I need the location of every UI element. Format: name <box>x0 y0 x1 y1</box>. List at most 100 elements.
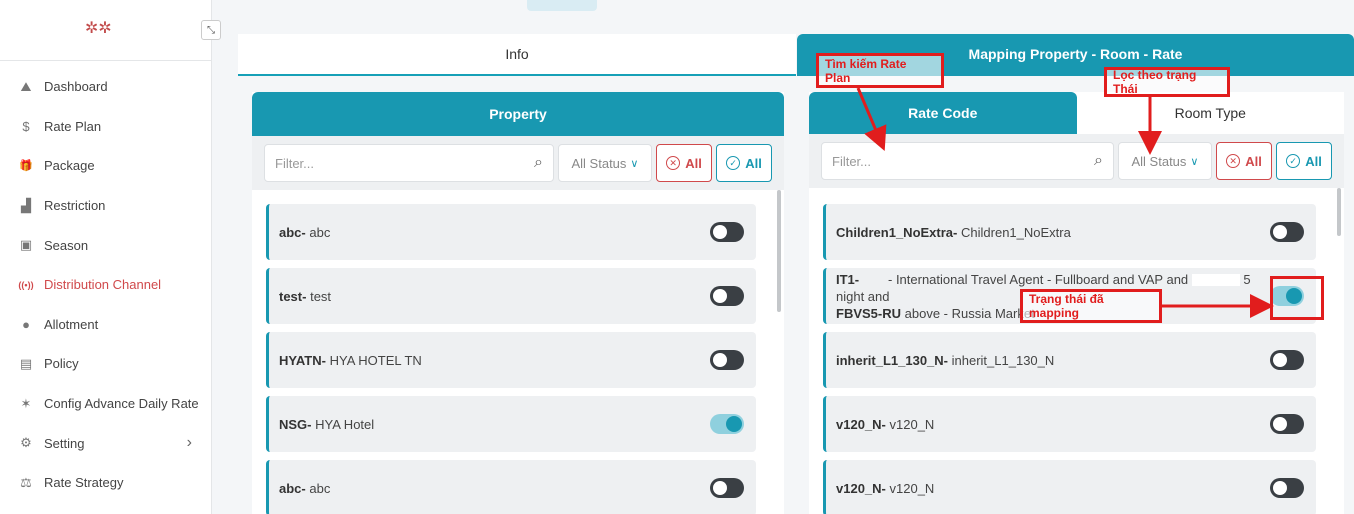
item-code: NSG <box>279 416 308 432</box>
collapse-sidebar-icon[interactable]: ⤡ <box>201 20 221 40</box>
users-icon: ● <box>22 316 30 332</box>
list-item[interactable]: HYATN - HYA HOTEL TN <box>266 332 756 388</box>
x-circle-icon: ✕ <box>666 156 681 170</box>
rate-filter-input[interactable] <box>832 153 1095 169</box>
mapping-toggle[interactable] <box>1270 414 1304 434</box>
sidebar-item-label: Distribution Channel <box>44 277 162 293</box>
mapping-toggle[interactable] <box>710 414 744 434</box>
rate-uncheck-all-button[interactable]: ✕ All <box>1216 142 1272 180</box>
item-name: HYA HOTEL TN <box>329 352 422 368</box>
check-circle-icon: ✓ <box>1286 154 1301 168</box>
sidebar-item-label: Allotment <box>44 316 99 332</box>
sidebar-item-dashboard[interactable]: ⛰ Dashboard <box>0 67 212 107</box>
sidebar-item-policy[interactable]: ▤ Policy <box>0 344 212 384</box>
property-list: abc - abc test - test HYATN - HYA HOTEL TN … <box>252 190 784 514</box>
mapping-toggle[interactable] <box>710 350 744 370</box>
list-item[interactable]: abc - abc <box>266 204 756 260</box>
annotation-toggle-highlight <box>1270 276 1324 320</box>
strategy-icon: ⚖ <box>20 474 32 490</box>
scrollbar[interactable] <box>777 190 781 312</box>
list-item[interactable]: v120_N - v120_N <box>823 460 1316 514</box>
property-uncheck-all-button[interactable]: ✕ All <box>656 144 712 182</box>
sidebar-item-rate-strategy[interactable]: ⚖ Rate Strategy <box>0 463 212 503</box>
list-item[interactable]: abc - abc <box>266 460 756 514</box>
rate-status-select[interactable]: All Status ∨ <box>1118 142 1212 180</box>
sidebar-item-label: Dashboard <box>44 79 108 95</box>
tab-rate-code[interactable]: Rate Code <box>809 92 1077 134</box>
sidebar-item-label: Package <box>44 158 95 174</box>
sidebar-item-season[interactable]: ▣ Season <box>0 225 212 265</box>
item-name: above - Russia Market <box>904 305 1035 321</box>
scrollbar[interactable] <box>1337 188 1341 236</box>
sidebar-nav: ⛰ Dashboard $ Rate Plan 🎁 Package ▟ Rest… <box>0 67 212 503</box>
rate-filter-field[interactable]: ⌕ <box>821 142 1114 180</box>
item-name: abc <box>309 480 331 496</box>
list-item[interactable]: inherit_L1_130_N - inherit_L1_130_N <box>823 332 1316 388</box>
item-code: Children1_NoExtra <box>836 224 954 240</box>
rate-check-all-button[interactable]: ✓ All <box>1276 142 1332 180</box>
mapping-toggle[interactable] <box>1270 478 1304 498</box>
item-code: HYATN <box>279 352 322 368</box>
item-name: v120_N <box>889 416 935 432</box>
list-item[interactable]: v120_N - v120_N <box>823 396 1316 452</box>
mapping-toggle[interactable] <box>710 222 744 242</box>
property-filter-field[interactable]: ⌕ <box>264 144 554 182</box>
sidebar-item-label: Config Advance Daily Rate <box>44 396 199 412</box>
uncheck-all-label: All <box>1245 153 1262 169</box>
property-panel-title: Property <box>489 106 547 122</box>
item-code: abc <box>279 224 302 240</box>
search-icon[interactable]: ⌕ <box>1094 152 1103 170</box>
property-filter-bar: ⌕ All Status ∨ ✕ All ✓ All <box>252 136 784 190</box>
property-panel: Property ⌕ All Status ∨ ✕ All ✓ All abc-… <box>252 92 784 514</box>
list-item[interactable]: Children1_NoExtra - Children1_NoExtra <box>823 204 1316 260</box>
tab-rate-code-label: Rate Code <box>908 105 978 121</box>
item-name: inherit_L1_130_N <box>951 352 1055 368</box>
property-filter-input[interactable] <box>275 155 535 171</box>
hya-logo-icon[interactable]: ✲✲ <box>85 18 112 38</box>
item-name: Children1_NoExtra <box>961 224 1071 240</box>
search-icon[interactable]: ⌕ <box>534 154 543 172</box>
item-code: v120_N <box>836 480 882 496</box>
property-status-select[interactable]: All Status ∨ <box>558 144 652 182</box>
x-circle-icon: ✕ <box>1226 154 1241 168</box>
list-item[interactable]: NSG - HYA Hotel <box>266 396 756 452</box>
sidebar-item-config-advance-daily-rate[interactable]: ✶ Config Advance Daily Rate <box>0 384 212 424</box>
property-panel-header: Property <box>252 92 784 136</box>
sidebar-item-label: Rate Strategy <box>44 475 124 491</box>
sidebar-item-label: Restriction <box>44 198 106 214</box>
item-code: v120_N <box>836 416 882 432</box>
item-code: FBVS5-RU <box>836 305 902 321</box>
annotation-text: Lọc theo trạng Thái <box>1113 68 1197 96</box>
sidebar-item-rate-plan[interactable]: $ Rate Plan <box>0 107 212 147</box>
sidebar-item-distribution-channel[interactable]: ((•)) Distribution Channel <box>0 265 212 305</box>
config-icon: ✶ <box>20 395 32 411</box>
annotation-mapped-status: Trạng thái đã mapping <box>1020 289 1162 323</box>
chevron-down-icon: ∨ <box>1190 155 1199 168</box>
sidebar-divider <box>0 60 212 61</box>
status-select-value: All Status <box>571 155 627 171</box>
sidebar-item-package[interactable]: 🎁 Package <box>0 146 212 186</box>
list-item[interactable]: test - test <box>266 268 756 324</box>
check-circle-icon: ✓ <box>726 156 741 170</box>
annotation-text: Tìm kiếm Rate Plan <box>825 56 907 85</box>
dashboard-icon: ⛰ <box>20 78 32 94</box>
gear-icon: ⚙ <box>20 435 32 451</box>
tab-info[interactable]: Info <box>238 34 796 76</box>
mapping-toggle[interactable] <box>1270 222 1304 242</box>
item-code: test <box>279 288 303 304</box>
sidebar-item-label: Season <box>44 237 89 253</box>
check-all-label: All <box>1305 153 1322 169</box>
property-check-all-button[interactable]: ✓ All <box>716 144 772 182</box>
tab-mapping-label: Mapping Property - Room - Rate <box>968 46 1183 62</box>
sidebar-item-restriction[interactable]: ▟ Restriction <box>0 186 212 226</box>
tab-room-type[interactable]: Room Type <box>1076 92 1344 134</box>
mapping-toggle[interactable] <box>710 478 744 498</box>
sidebar-item-allotment[interactable]: ● Allotment <box>0 305 212 345</box>
mapping-toggle[interactable] <box>710 286 744 306</box>
tab-room-type-label: Room Type <box>1174 105 1246 121</box>
top-tab-pill[interactable] <box>527 0 597 11</box>
mapping-toggle[interactable] <box>1270 350 1304 370</box>
dollar-icon: $ <box>22 118 30 134</box>
sidebar-item-label: Policy <box>44 356 79 372</box>
sidebar-item-setting[interactable]: ⚙ Setting › <box>0 423 212 463</box>
